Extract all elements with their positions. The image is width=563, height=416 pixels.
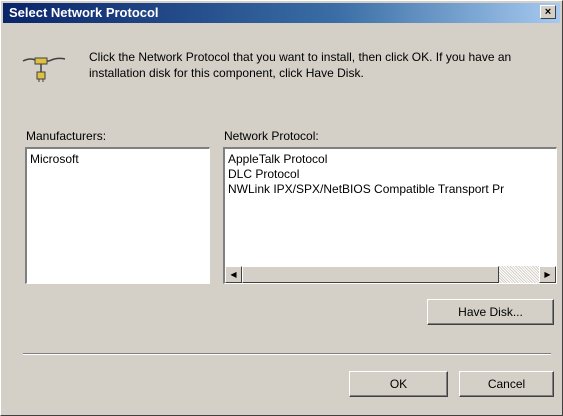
cancel-button[interactable]: Cancel [459, 371, 554, 397]
network-cable-icon [22, 57, 66, 82]
close-button[interactable]: × [540, 5, 556, 19]
arrow-right-icon: ▶ [544, 270, 551, 279]
network-protocol-label: Network Protocol: [224, 129, 319, 143]
network-protocol-list[interactable]: AppleTalk Protocol DLC Protocol NWLink I… [223, 147, 557, 284]
horizontal-scrollbar[interactable]: ◀ ▶ [225, 266, 556, 283]
scroll-right-button[interactable]: ▶ [539, 266, 556, 283]
manufacturer-item[interactable]: Microsoft [27, 152, 209, 167]
scrollbar-thumb[interactable] [242, 266, 499, 283]
title-bar[interactable]: Select Network Protocol × [3, 3, 560, 23]
manufacturers-label: Manufacturers: [26, 129, 107, 143]
dialog-title: Select Network Protocol [9, 5, 159, 20]
separator [23, 353, 551, 355]
scroll-left-button[interactable]: ◀ [225, 266, 242, 283]
arrow-left-icon: ◀ [230, 270, 237, 279]
protocol-item-appletalk[interactable]: AppleTalk Protocol [225, 152, 556, 167]
instructions-text: Click the Network Protocol that you want… [89, 50, 512, 80]
close-icon: × [544, 5, 552, 18]
ok-button[interactable]: OK [349, 371, 448, 397]
manufacturers-list[interactable]: Microsoft [25, 147, 210, 284]
protocol-item-nwlink[interactable]: NWLink IPX/SPX/NetBIOS Compatible Transp… [225, 182, 556, 197]
protocol-item-dlc[interactable]: DLC Protocol [225, 167, 556, 182]
select-network-protocol-dialog: Select Network Protocol × Click the Netw… [0, 0, 563, 416]
have-disk-button[interactable]: Have Disk... [427, 299, 554, 325]
